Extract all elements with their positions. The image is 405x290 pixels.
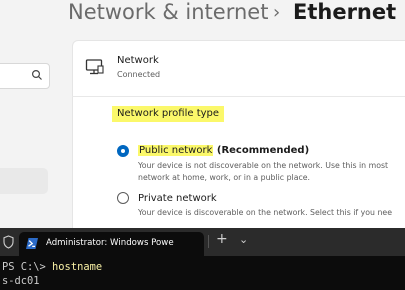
network-status: Connected <box>117 70 161 79</box>
network-monitor-icon <box>85 59 104 75</box>
new-tab-button[interactable]: + <box>216 231 228 247</box>
recommended-label: (Recommended) <box>213 145 310 156</box>
terminal-output: s-dc01 <box>2 275 40 287</box>
terminal-tab[interactable]: Administrator: Windows Powe <box>19 232 204 256</box>
chevron-down-icon[interactable]: ⌄ <box>239 233 248 246</box>
powershell-icon <box>26 238 38 249</box>
sidebar-item-selected[interactable] <box>0 168 48 194</box>
card-divider <box>72 96 405 97</box>
public-network-option[interactable]: Public network (Recommended) <box>138 145 309 156</box>
terminal-window: Administrator: Windows Powe + ⌄ PS C:\> … <box>0 228 405 290</box>
tab-separator <box>208 235 209 248</box>
network-profile-heading: Network profile type <box>112 106 225 122</box>
public-network-label: Public network <box>138 145 214 156</box>
public-desc-line-1: Your device is not discoverable on the n… <box>138 161 389 170</box>
terminal-prompt: PS C:\> <box>2 261 53 273</box>
private-network-radio[interactable] <box>117 192 129 204</box>
search-input[interactable] <box>0 63 50 89</box>
private-network-description: Your device is discoverable on the netwo… <box>138 207 392 219</box>
page-title: Ethernet <box>293 0 397 24</box>
public-network-radio[interactable] <box>117 145 129 157</box>
network-name: Network <box>117 55 159 66</box>
breadcrumb-network-internet[interactable]: Network & internet <box>68 0 268 24</box>
terminal-tab-title: Administrator: Windows Powe <box>46 238 174 248</box>
settings-window: Network & internet › Ethernet Network Co… <box>0 0 405 242</box>
public-desc-line-2: network at home, work, or in a public pl… <box>138 173 311 182</box>
terminal-command: hostname <box>52 261 103 273</box>
terminal-command-line[interactable]: PS C:\> hostname <box>2 261 102 273</box>
breadcrumb-separator: › <box>273 2 281 23</box>
terminal-tab-bar: Administrator: Windows Powe + ⌄ <box>0 228 405 256</box>
private-desc-line-1: Your device is discoverable on the netwo… <box>138 208 392 217</box>
private-network-label[interactable]: Private network <box>138 193 217 204</box>
shield-icon <box>3 235 14 249</box>
search-icon <box>31 69 42 80</box>
public-network-description: Your device is not discoverable on the n… <box>138 160 388 184</box>
